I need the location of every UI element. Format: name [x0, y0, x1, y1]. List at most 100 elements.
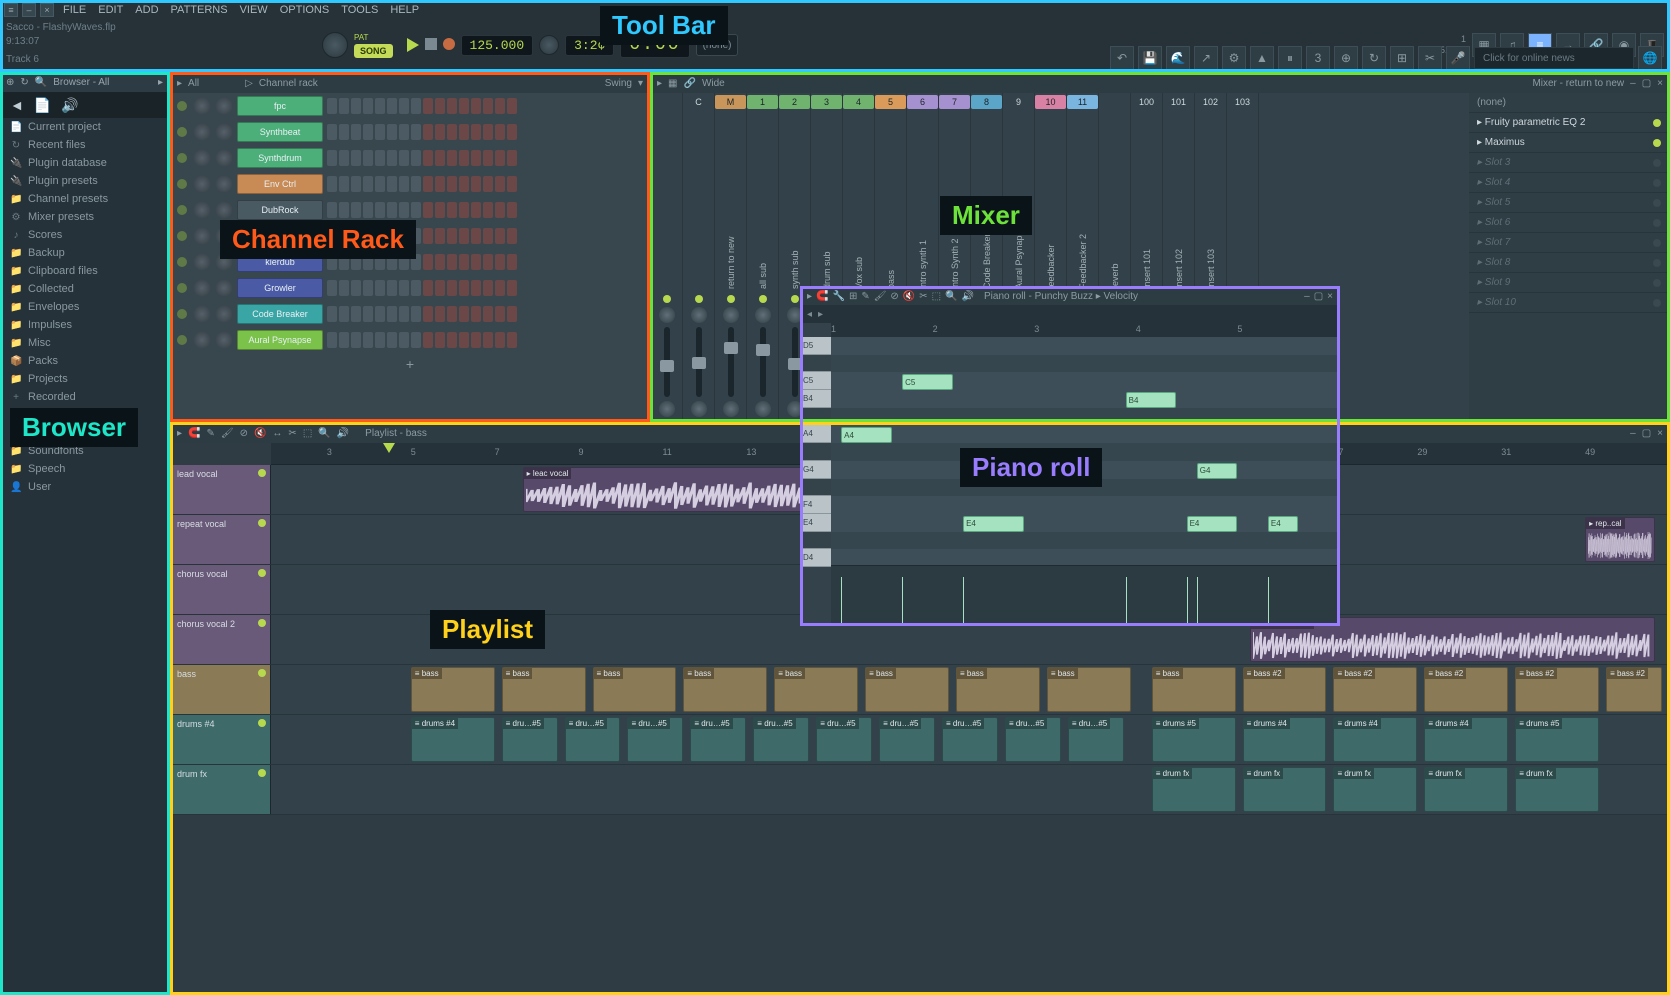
step-button[interactable]: [399, 254, 409, 270]
step-button[interactable]: [327, 98, 337, 114]
browser-item[interactable]: 📁Backup: [0, 244, 169, 262]
pr-grid-row[interactable]: [831, 355, 1339, 373]
mixer-track[interactable]: C: [683, 93, 715, 421]
playlist-clip[interactable]: ≡ bass #2: [1515, 667, 1599, 712]
step-button[interactable]: [339, 124, 349, 140]
step-button[interactable]: [339, 306, 349, 322]
channel-led[interactable]: [177, 127, 187, 137]
pl-slip-icon[interactable]: ↔: [272, 428, 282, 439]
step-button[interactable]: [435, 228, 445, 244]
step-button[interactable]: [339, 176, 349, 192]
save-icon[interactable]: 💾: [1138, 46, 1162, 70]
channel-led[interactable]: [177, 231, 187, 241]
channel-button[interactable]: Env Ctrl: [237, 174, 323, 194]
playlist-clip[interactable]: ≡ dru…#5: [753, 717, 809, 762]
step-button[interactable]: [375, 306, 385, 322]
channel-button[interactable]: kierdub: [237, 252, 323, 272]
step-button[interactable]: [435, 124, 445, 140]
velocity-bar[interactable]: [902, 577, 903, 625]
folder-icon[interactable]: 📄: [34, 97, 51, 114]
channel-pan-knob[interactable]: [193, 253, 211, 271]
piano-key[interactable]: [801, 408, 831, 426]
step-button[interactable]: [471, 332, 481, 348]
step-button[interactable]: [411, 176, 421, 192]
mic-icon[interactable]: 🎤: [1446, 46, 1470, 70]
step-button[interactable]: [447, 124, 457, 140]
step-button[interactable]: [327, 280, 337, 296]
playlist-clip[interactable]: ≡ dru…#5: [1068, 717, 1124, 762]
mixer-wide[interactable]: Wide: [702, 78, 725, 89]
record-button[interactable]: [443, 38, 455, 52]
playlist-clip[interactable]: ≡ drum fx: [1515, 767, 1599, 812]
step-button[interactable]: [339, 332, 349, 348]
minimize-icon[interactable]: –: [22, 3, 36, 17]
pr-menu-icon[interactable]: ▸: [807, 291, 812, 302]
playlist-clip[interactable]: ≡ bass: [1047, 667, 1131, 712]
piano-note[interactable]: A4: [841, 427, 892, 443]
render-icon[interactable]: 🌊: [1166, 46, 1190, 70]
track-mute-led[interactable]: [258, 469, 266, 477]
mixer-slot[interactable]: ▸ Slot 10: [1469, 293, 1669, 313]
midi-none[interactable]: (none): [696, 34, 739, 56]
step-button[interactable]: [435, 280, 445, 296]
export-icon[interactable]: ↗: [1194, 46, 1218, 70]
track-header[interactable]: chorus vocal: [171, 565, 271, 614]
pr-grid-row[interactable]: [831, 408, 1339, 426]
step-button[interactable]: [507, 124, 517, 140]
step-button[interactable]: [483, 124, 493, 140]
slot-led[interactable]: [1653, 219, 1661, 227]
pl-draw-icon[interactable]: ✎: [206, 428, 214, 439]
pr-grid-row[interactable]: [831, 337, 1339, 355]
play-button[interactable]: [407, 38, 419, 52]
step-button[interactable]: [327, 124, 337, 140]
channel-pan-knob[interactable]: [193, 97, 211, 115]
playlist-clip[interactable]: ≡ bass #2: [1424, 667, 1508, 712]
step-button[interactable]: [507, 98, 517, 114]
browser-item[interactable]: 📁Collected: [0, 280, 169, 298]
channel-vol-knob[interactable]: [215, 331, 233, 349]
step-button[interactable]: [483, 306, 493, 322]
playhead-marker[interactable]: [383, 443, 395, 453]
step-button[interactable]: [363, 228, 373, 244]
browser-item[interactable]: ♪Scores: [0, 226, 169, 244]
mixer-slot[interactable]: ▸ Slot 7: [1469, 233, 1669, 253]
step-button[interactable]: [495, 332, 505, 348]
playlist-clip[interactable]: ≡ dru…#5: [690, 717, 746, 762]
playlist-clip[interactable]: ≡ dru…#5: [1005, 717, 1061, 762]
channel-led[interactable]: [177, 153, 187, 163]
pl-play-icon[interactable]: 🔊: [337, 428, 349, 439]
mixer-mute-led[interactable]: [791, 295, 799, 303]
channel-button[interactable]: Synthbeat: [237, 122, 323, 142]
mixer-track[interactable]: Mreturn to new: [715, 93, 747, 421]
channel-button[interactable]: Growler: [237, 278, 323, 298]
piano-note[interactable]: E4: [963, 516, 1024, 532]
mixer-mute-led[interactable]: [695, 295, 703, 303]
step-button[interactable]: [423, 280, 433, 296]
step-button[interactable]: [459, 280, 469, 296]
step-button[interactable]: [495, 176, 505, 192]
playlist-clip[interactable]: ≡ bass: [502, 667, 586, 712]
mixer-fader[interactable]: [792, 327, 798, 397]
pr-grid-row[interactable]: [831, 443, 1339, 461]
step-button[interactable]: [507, 228, 517, 244]
step-button[interactable]: [471, 254, 481, 270]
step-button[interactable]: [351, 98, 361, 114]
speaker-icon[interactable]: 🔊: [61, 97, 78, 114]
menu-patterns[interactable]: PATTERNS: [166, 2, 233, 18]
step-button[interactable]: [435, 98, 445, 114]
time-display[interactable]: 0:00: [620, 32, 689, 58]
pl-close-icon[interactable]: ×: [1657, 428, 1663, 439]
playlist-clip[interactable]: ≡ dru…#5: [502, 717, 558, 762]
pr-zoom-icon[interactable]: 🔍: [945, 291, 957, 302]
mixer-pan-knob[interactable]: [755, 307, 771, 323]
step-button[interactable]: [471, 306, 481, 322]
wait-icon[interactable]: ⏸: [1278, 46, 1302, 70]
step-button[interactable]: [459, 306, 469, 322]
step-button[interactable]: [507, 176, 517, 192]
step-button[interactable]: [363, 98, 373, 114]
step-button[interactable]: [459, 254, 469, 270]
step-button[interactable]: [495, 124, 505, 140]
channel-button[interactable]: Punchy Buzz: [237, 226, 323, 246]
step-button[interactable]: [339, 228, 349, 244]
step-button[interactable]: [411, 124, 421, 140]
